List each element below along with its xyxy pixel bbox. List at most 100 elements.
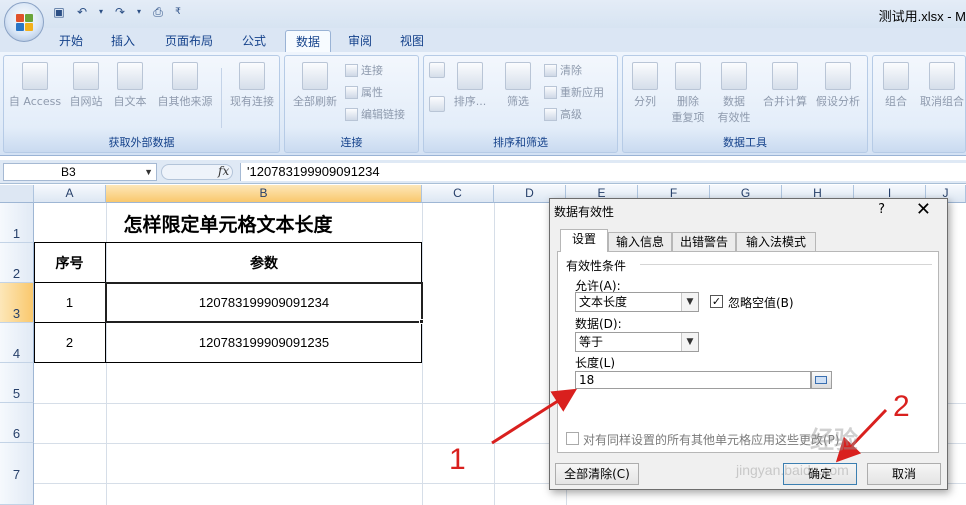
row-header-4[interactable]: 4	[0, 323, 34, 363]
group-label-connections: 连接	[340, 136, 363, 149]
clear-all-button[interactable]: 全部清除(C)	[555, 463, 639, 485]
data-label: 数据(D):	[575, 317, 622, 331]
tab-review[interactable]: 审阅	[339, 30, 381, 52]
settings-panel: 有效性条件 允许(A): 文本长度 ▼ ✓ 忽略空值(B) 数据(D): 等于 ▼ …	[557, 251, 939, 453]
window-title: 测试用.xlsx - M	[878, 9, 966, 24]
what-if-analysis-button[interactable]: 假设分析	[811, 62, 865, 109]
text-to-columns-button[interactable]: 分列	[625, 62, 665, 109]
gridline	[422, 203, 423, 505]
clear-filter-button[interactable]: 清除	[544, 62, 582, 78]
advanced-filter-button[interactable]: 高级	[544, 106, 582, 122]
properties-button[interactable]: 属性	[345, 84, 383, 100]
cancel-button[interactable]: 取消	[867, 463, 941, 485]
undo-dropdown-icon[interactable]: ▾	[98, 5, 104, 19]
column-header-a[interactable]: A	[34, 185, 106, 203]
redo-dropdown-icon[interactable]: ▾	[136, 5, 142, 19]
row-header-3[interactable]: 3	[0, 283, 34, 323]
collapse-dialog-icon[interactable]	[811, 371, 832, 389]
tab-page-layout[interactable]: 页面布局	[155, 30, 223, 52]
edit-links-button[interactable]: 编辑链接	[345, 106, 405, 122]
access-icon	[22, 62, 48, 90]
text-to-columns-icon	[632, 62, 658, 90]
quick-access-toolbar: ▣ ↶ ▾ ↷ ▾ ⎙ ₹	[50, 5, 182, 19]
remove-duplicates-button[interactable]: 删除 重复项	[665, 62, 711, 125]
column-header-c[interactable]: C	[422, 185, 494, 203]
select-all-corner[interactable]	[0, 185, 34, 203]
row-header-1[interactable]: 1	[0, 203, 34, 243]
separator	[221, 68, 222, 128]
row-header-6[interactable]: 6	[0, 403, 34, 443]
customize-icon[interactable]: ₹	[174, 5, 182, 19]
from-web-button[interactable]: 自网站	[64, 62, 108, 109]
close-icon[interactable]: ✕	[916, 199, 931, 220]
consolidate-button[interactable]: 合并计算	[759, 62, 811, 109]
tab-view[interactable]: 视图	[391, 30, 433, 52]
reapply-button[interactable]: 重新应用	[544, 84, 604, 100]
tab-formulas[interactable]: 公式	[232, 30, 276, 52]
tab-ime-mode[interactable]: 输入法模式	[736, 232, 816, 252]
row-header-5[interactable]: 5	[0, 363, 34, 403]
chevron-down-icon[interactable]: ▼	[681, 333, 698, 351]
refresh-all-button[interactable]: 全部刷新	[287, 62, 343, 109]
column-header-b[interactable]: B	[106, 185, 422, 203]
from-access-button[interactable]: 自 Access	[6, 62, 64, 109]
tab-insert[interactable]: 插入	[102, 30, 144, 52]
from-other-sources-button[interactable]: 自其他来源	[152, 62, 218, 109]
undo-icon[interactable]: ↶	[75, 5, 89, 19]
sort-icon	[457, 62, 483, 90]
print-preview-icon[interactable]: ⎙	[151, 5, 165, 19]
tab-input-message[interactable]: 输入信息	[608, 232, 672, 252]
cell-a4[interactable]: 2	[34, 323, 105, 362]
cell-b4[interactable]: 120783199909091235	[106, 323, 422, 362]
office-logo-icon	[16, 14, 34, 32]
tab-settings[interactable]: 设置	[560, 229, 608, 252]
cell-a3[interactable]: 1	[34, 283, 105, 322]
clear-icon	[544, 63, 557, 77]
data-validation-button[interactable]: 数据 有效性	[711, 62, 757, 125]
properties-icon	[345, 85, 358, 99]
length-input[interactable]: 18	[575, 371, 811, 389]
group-sort-filter: 排序... 筛选 清除 重新应用 高级 排序和筛选	[423, 55, 618, 153]
connections-button[interactable]: 连接	[345, 62, 383, 78]
group-data-tools: 分列 删除 重复项 数据 有效性 合并计算 假设分析 数据工具	[622, 55, 868, 153]
row-header-7[interactable]: 7	[0, 443, 34, 505]
allow-select[interactable]: 文本长度 ▼	[575, 292, 699, 312]
redo-icon[interactable]: ↷	[113, 5, 127, 19]
advanced-icon	[544, 107, 557, 121]
reapply-icon	[544, 85, 557, 99]
ignore-blank-checkbox[interactable]: ✓	[710, 295, 723, 308]
apply-all-checkbox[interactable]	[566, 432, 579, 445]
tab-home[interactable]: 开始	[50, 30, 92, 52]
fill-handle[interactable]	[419, 319, 424, 324]
sheet-title[interactable]: 怎样限定单元格文本长度	[34, 203, 422, 243]
what-if-icon	[825, 62, 851, 90]
row-header-2[interactable]: 2	[0, 243, 34, 283]
header-index[interactable]: 序号	[34, 243, 105, 282]
group-button[interactable]: 组合	[875, 62, 917, 109]
office-button[interactable]	[4, 2, 44, 42]
apply-all-label: 对有同样设置的所有其他单元格应用这些更改(P)	[583, 433, 840, 447]
other-sources-icon	[172, 62, 198, 90]
sort-za-button[interactable]	[426, 96, 448, 115]
from-text-button[interactable]: 自文本	[108, 62, 152, 109]
tab-error-alert[interactable]: 出错警告	[672, 232, 736, 252]
existing-connections-button[interactable]: 现有连接	[224, 62, 280, 109]
data-operator-select[interactable]: 等于 ▼	[575, 332, 699, 352]
sort-button[interactable]: 排序...	[450, 62, 490, 109]
tab-data[interactable]: 数据	[285, 30, 331, 52]
chevron-down-icon[interactable]: ▼	[681, 293, 698, 311]
ignore-blank-label: 忽略空值(B)	[728, 296, 794, 310]
data-validation-dialog: 数据有效性 ? ✕ 设置 输入信息 出错警告 输入法模式 有效性条件 允许(A)…	[549, 198, 948, 490]
connections-icon	[239, 62, 265, 90]
fx-icon[interactable]: fx	[218, 164, 229, 178]
save-icon[interactable]: ▣	[52, 5, 66, 19]
ungroup-button[interactable]: 取消组合	[917, 62, 966, 109]
filter-button[interactable]: 筛选	[496, 62, 540, 109]
sort-az-button[interactable]	[426, 62, 448, 81]
chevron-down-icon[interactable]: ▼	[144, 164, 153, 180]
group-label-sort: 排序和筛选	[493, 136, 548, 149]
header-param[interactable]: 参数	[106, 243, 422, 282]
formula-input[interactable]: '120783199909091234	[240, 163, 966, 181]
help-icon[interactable]: ?	[878, 202, 885, 217]
name-box[interactable]: B3 ▼	[3, 163, 157, 181]
